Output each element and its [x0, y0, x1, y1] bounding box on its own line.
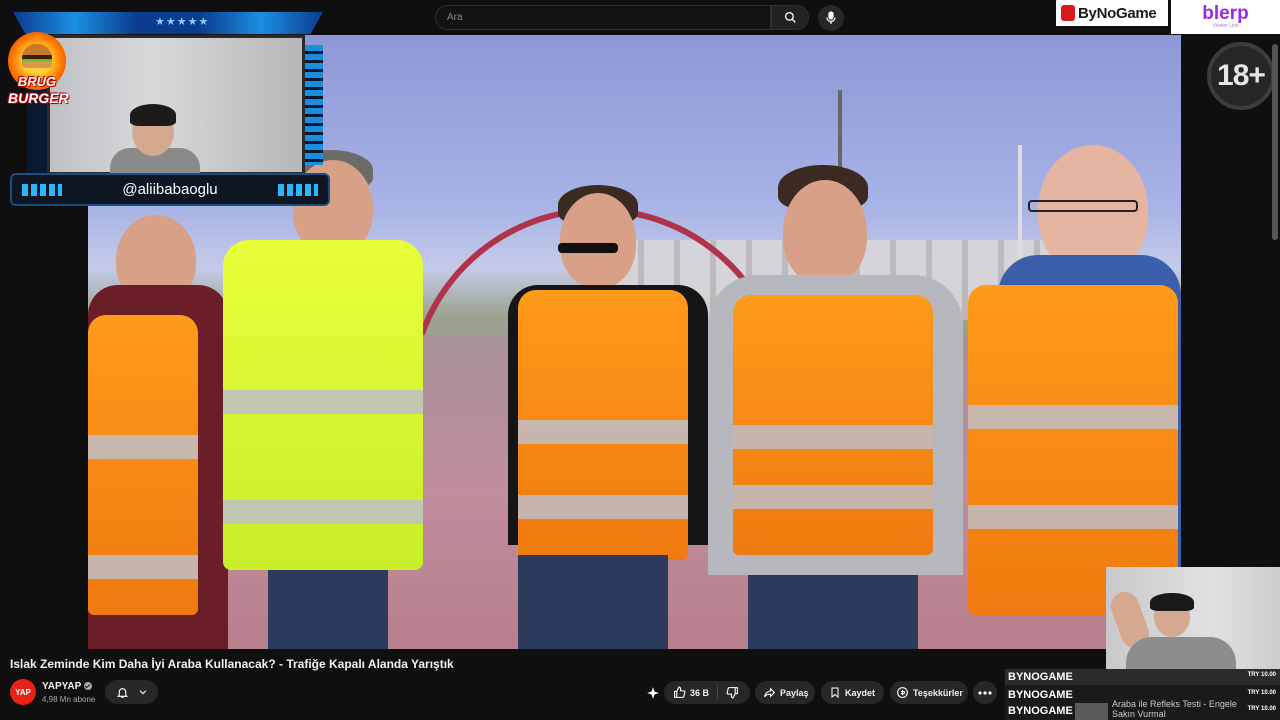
like-button[interactable]: 36 B — [673, 686, 709, 699]
webcam-frame-right — [305, 45, 323, 165]
more-icon — [978, 690, 992, 695]
voice-search-button[interactable] — [818, 5, 844, 31]
brug-logo-text: BRUG — [17, 74, 57, 89]
search-placeholder: Ara — [447, 12, 463, 23]
age-rating-text: 18+ — [1217, 59, 1266, 92]
video-person — [223, 150, 428, 649]
bynogame-sponsor-logo: ByNoGame — [1056, 0, 1168, 26]
dot-bar-icon — [22, 184, 62, 196]
video-person — [508, 185, 708, 649]
microphone-icon — [826, 11, 836, 24]
thumbs-up-icon — [674, 686, 686, 698]
search-icon — [784, 11, 796, 23]
bynogame-logo-text: ByNoGame — [1078, 4, 1157, 22]
save-label: Kaydet — [845, 687, 876, 698]
share-button[interactable]: Paylaş — [755, 681, 815, 704]
thumbs-down-icon — [726, 687, 738, 699]
blerp-logo-subtext: Viewer Link — [1212, 23, 1239, 29]
streamer-handle: @aliibabaoglu — [122, 181, 218, 198]
like-dislike-group: 36 B — [664, 681, 750, 704]
video-title: Islak Zeminde Kim Daha İyi Araba Kullana… — [10, 657, 454, 671]
blerp-logo-text: blerp — [1202, 3, 1249, 24]
scrollbar[interactable] — [1272, 44, 1278, 240]
donation-price: TRY 10.00 — [1247, 672, 1276, 678]
video-actions-bar: 36 B Paylaş Kaydet Teşekkürler — [0, 681, 1280, 704]
streamer-webcam — [47, 35, 305, 178]
more-actions-button[interactable] — [973, 681, 997, 704]
streamer-webcam-secondary — [1106, 567, 1280, 671]
bynogame-logo-icon — [1061, 5, 1075, 21]
dot-bar-icon — [278, 184, 318, 196]
like-count: 36 B — [690, 687, 710, 698]
blerp-sponsor-logo: blerp Viewer Link — [1171, 0, 1280, 34]
video-person — [88, 215, 228, 649]
search-button[interactable] — [771, 5, 809, 30]
video-person — [708, 165, 968, 649]
share-icon — [764, 687, 776, 698]
star-icons: ★★★★★ — [155, 16, 210, 28]
bookmark-icon — [831, 687, 839, 699]
share-label: Paylaş — [780, 687, 809, 698]
next-video-thumbnail[interactable] — [1075, 703, 1108, 720]
burger-icon — [22, 44, 52, 68]
brug-burger-logo: BRUG BURGER — [8, 32, 69, 118]
sparkle-icon[interactable] — [646, 686, 660, 700]
thanks-label: Teşekkürler — [913, 687, 963, 698]
age-rating-badge: 18+ — [1207, 42, 1275, 110]
donation-name: BYNOGAME — [1008, 705, 1073, 717]
dislike-button[interactable] — [726, 686, 743, 701]
thanks-button[interactable]: Teşekkürler — [890, 681, 968, 704]
burger-logo-text: BURGER — [8, 90, 69, 106]
search-input[interactable]: Ara — [435, 5, 771, 30]
save-button[interactable]: Kaydet — [821, 681, 884, 704]
streamer-name-bar: @aliibabaoglu — [10, 173, 330, 206]
thanks-icon — [897, 687, 908, 698]
